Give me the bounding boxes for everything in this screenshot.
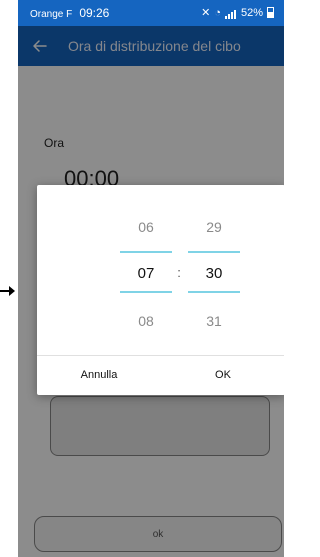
- hour-next[interactable]: 08: [120, 313, 172, 329]
- wifi-icon: ◔: [214, 6, 221, 19]
- status-time: 09:26: [79, 6, 110, 20]
- status-left: Orange F 09:26: [30, 6, 109, 20]
- phone-screen: Orange F 09:26 ✕ ◔ 52% Ora di distribuzi…: [18, 0, 284, 557]
- arrow-pointer-icon: [0, 286, 15, 296]
- battery-percent: 52%: [240, 6, 263, 19]
- status-bar: Orange F 09:26 ✕ ◔ 52%: [18, 0, 284, 26]
- time-separator: :: [177, 265, 181, 280]
- minute-selection-line-bottom: [188, 291, 240, 293]
- battery-icon: [267, 7, 274, 18]
- time-picker: 06 07 08 : 29 30 31: [37, 185, 284, 355]
- vibrate-icon: ✕: [201, 7, 211, 19]
- signal-icon: [224, 7, 237, 19]
- hour-selected[interactable]: 07: [120, 265, 172, 282]
- cancel-button[interactable]: Annulla: [37, 355, 161, 395]
- hour-prev[interactable]: 06: [120, 219, 172, 235]
- screenshot-stage: Orange F 09:26 ✕ ◔ 52% Ora di distribuzi…: [0, 0, 291, 557]
- status-right: ✕ ◔ 52%: [201, 6, 274, 19]
- minute-next[interactable]: 31: [188, 313, 240, 329]
- minute-selection-line-top: [188, 251, 240, 253]
- time-picker-dialog: 06 07 08 : 29 30 31 Annulla OK: [37, 185, 284, 395]
- carrier-name: Orange F: [30, 9, 73, 20]
- hour-selection-line-bottom: [120, 291, 172, 293]
- minute-selected[interactable]: 30: [188, 265, 240, 282]
- minute-prev[interactable]: 29: [188, 219, 240, 235]
- hour-selection-line-top: [120, 251, 172, 253]
- ok-button-dialog[interactable]: OK: [161, 355, 284, 395]
